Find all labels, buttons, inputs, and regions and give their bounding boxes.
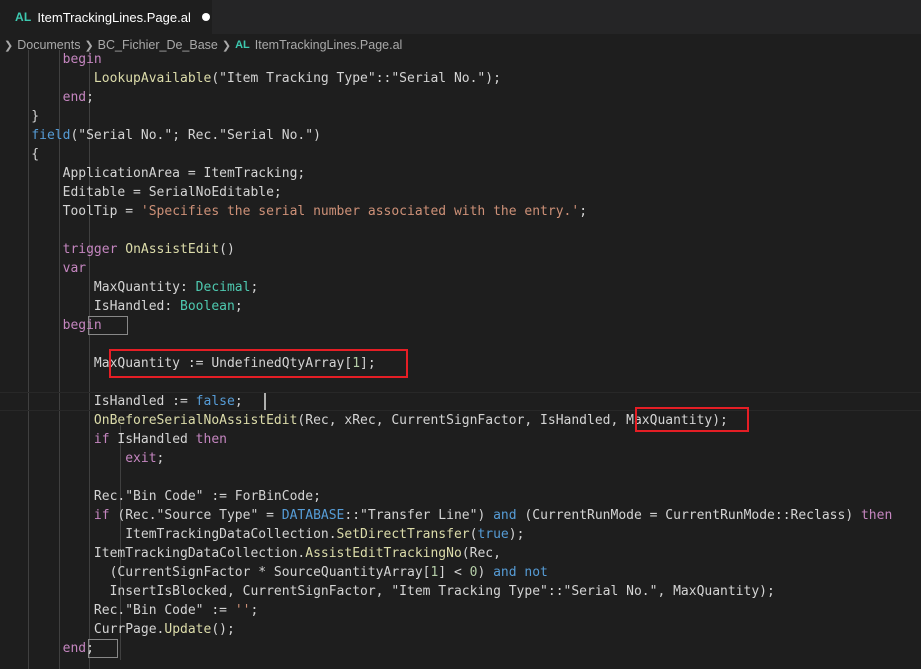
code-line: ToolTip = 'Specifies the serial number a… <box>0 204 588 219</box>
highlight-box-max-quantity-parameter <box>635 407 749 432</box>
code-editor[interactable]: begin LookupAvailable("Item Tracking Typ… <box>0 50 921 669</box>
code-line: Editable = SerialNoEditable; <box>0 185 282 200</box>
code-line: begin <box>62 52 102 67</box>
code-line: Rec."Bin Code" := ForBinCode; <box>0 489 321 504</box>
code-line: InsertIsBlocked, CurrentSignFactor, "Ite… <box>0 584 775 599</box>
code-line: exit; <box>125 451 165 466</box>
tab-bar: AL ItemTrackingLines.Page.al <box>0 0 921 34</box>
tab-title: ItemTrackingLines.Page.al <box>37 9 191 25</box>
code-line: var <box>62 261 87 276</box>
code-line: begin <box>62 318 102 333</box>
code-line: end; <box>62 90 94 105</box>
code-line: IsHandled: Boolean; <box>0 299 243 314</box>
code-line: if (Rec."Source Type" = DATABASE::"Trans… <box>93 508 893 523</box>
code-line: { <box>0 147 40 162</box>
code-line: end; <box>62 641 94 656</box>
al-file-icon: AL <box>15 10 32 24</box>
code-line: if IsHandled then <box>93 432 227 447</box>
unsaved-changes-dot-icon[interactable] <box>201 13 210 21</box>
code-line: trigger OnAssistEdit() <box>62 242 235 257</box>
code-line: ItemTrackingDataCollection.SetDirectTran… <box>0 527 525 542</box>
code-line: LookupAvailable("Item Tracking Type"::"S… <box>93 71 501 86</box>
code-line: } <box>0 109 40 124</box>
code-line: field("Serial No."; Rec."Serial No.") <box>31 128 321 143</box>
code-line: ItemTrackingDataCollection.AssistEditTra… <box>0 546 501 561</box>
code-line: OnBeforeSerialNoAssistEdit(Rec, xRec, Cu… <box>93 413 728 428</box>
code-line: ApplicationArea = ItemTracking; <box>0 166 306 181</box>
code-line: (CurrentSignFactor * SourceQuantityArray… <box>0 565 548 580</box>
text-cursor <box>264 393 266 410</box>
highlight-box-max-quantity-assignment <box>109 349 408 378</box>
code-line: Rec."Bin Code" := ''; <box>0 603 259 618</box>
code-line: MaxQuantity: Decimal; <box>0 280 259 295</box>
code-line: CurrPage.Update(); <box>0 622 235 637</box>
tab-item-tracking-lines[interactable]: AL ItemTrackingLines.Page.al <box>0 0 212 34</box>
code-line: IsHandled := false; <box>0 394 243 409</box>
